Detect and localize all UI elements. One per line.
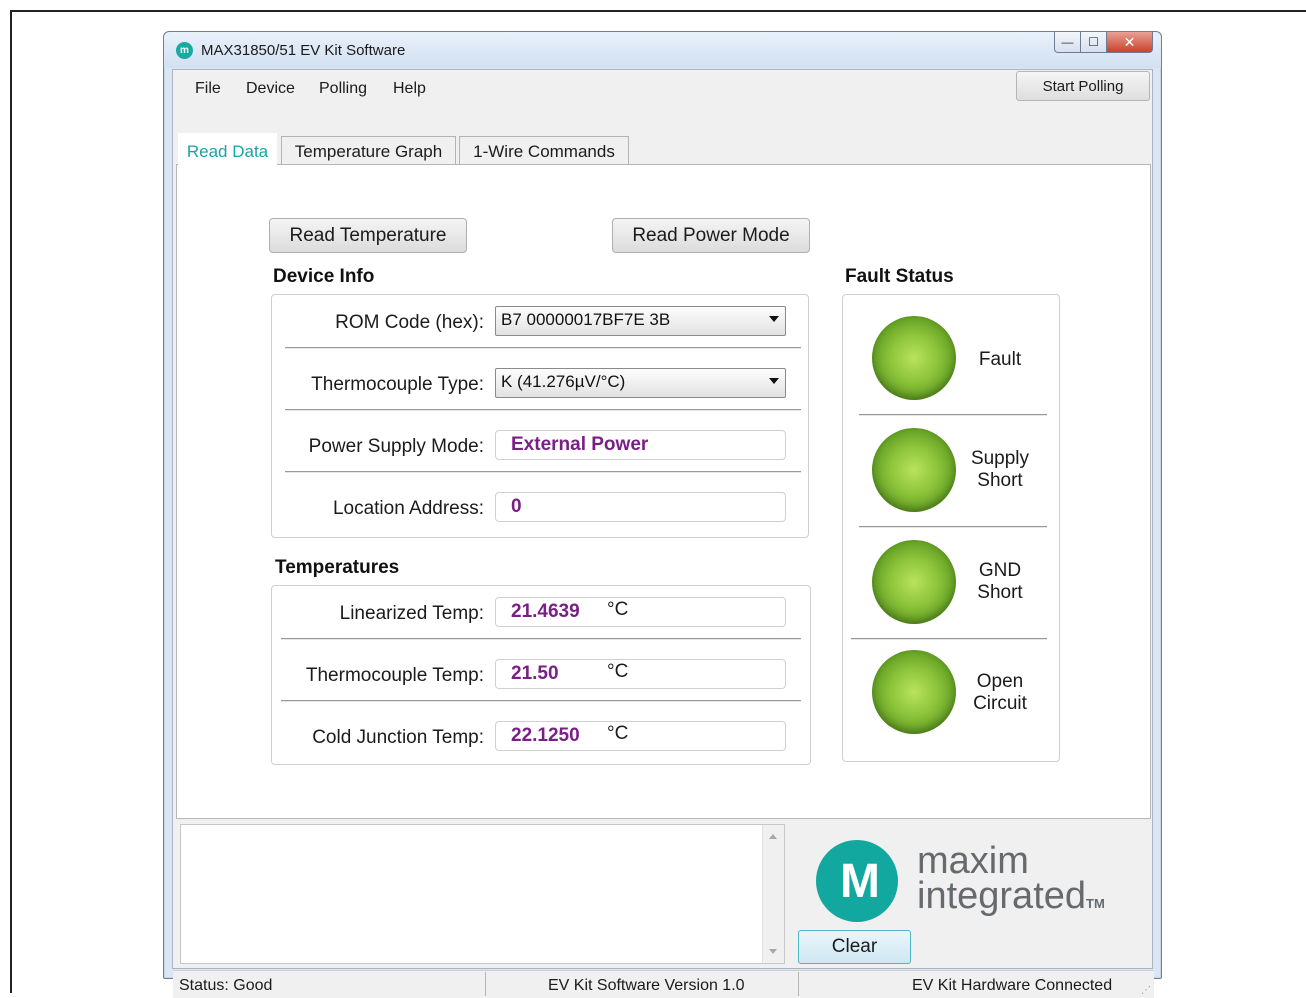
menu-device[interactable]: Device (246, 80, 295, 98)
gnd-short-led-indicator (872, 540, 956, 624)
window-title: MAX31850/51 EV Kit Software (201, 42, 406, 59)
tab-temperature-graph[interactable]: Temperature Graph (281, 136, 456, 164)
menu-bar: File Device Polling Help Start Polling (173, 70, 1152, 102)
thermocouple-type-label: Thermocouple Type: (311, 374, 484, 395)
status-bar: Status: Good EV Kit Software Version 1.0… (173, 970, 1154, 998)
cold-junction-temp-value: 22.1250 (511, 725, 580, 746)
start-polling-button[interactable]: Start Polling (1016, 71, 1150, 101)
cold-junction-temp-label: Cold Junction Temp: (312, 727, 484, 748)
app-icon: m (176, 42, 193, 59)
divider (859, 526, 1047, 528)
location-address-field: 0 (495, 492, 786, 522)
temperatures-title: Temperatures (275, 557, 400, 578)
gnd-short-line2: Short (977, 582, 1023, 603)
status-divider (485, 972, 486, 996)
supply-short-label: Supply Short (955, 448, 1045, 492)
divider (851, 638, 1047, 640)
linearized-temp-label: Linearized Temp: (339, 603, 484, 624)
chevron-down-icon (769, 316, 779, 322)
maxim-integrated-logo: M maxim integratedTM (816, 840, 1116, 930)
divider (285, 471, 801, 473)
power-supply-mode-field: External Power (495, 430, 786, 460)
rom-code-select[interactable]: B7 00000017BF7E 3B (495, 306, 786, 336)
tab-read-data[interactable]: Read Data (178, 133, 277, 165)
divider (859, 414, 1047, 416)
rom-code-value: B7 00000017BF7E 3B (501, 310, 671, 329)
unit-label: °C (607, 661, 629, 682)
open-circuit-line2: Circuit (973, 693, 1027, 714)
divider (281, 700, 801, 702)
supply-short-led-indicator (872, 428, 956, 512)
software-version-text: EV Kit Software Version 1.0 (548, 977, 745, 994)
maxim-logo-mark: M (816, 840, 898, 922)
fault-status-title: Fault Status (845, 266, 954, 287)
gnd-short-line1: GND (978, 560, 1022, 581)
thermocouple-temp-field: 21.50 °C (495, 659, 786, 689)
maximize-button[interactable]: ☐ (1081, 32, 1107, 53)
linearized-temp-field: 21.4639 °C (495, 597, 786, 627)
location-address-label: Location Address: (332, 498, 484, 519)
thermocouple-type-value: K (41.276µV/°C) (501, 372, 626, 391)
open-circuit-line1: Open (976, 671, 1024, 692)
window-controls: — ☐ ✕ (1054, 32, 1153, 54)
chevron-down-icon (769, 378, 779, 384)
supply-short-line2: Short (977, 470, 1023, 491)
unit-label: °C (607, 599, 629, 620)
menu-file[interactable]: File (195, 80, 221, 98)
linearized-temp-value: 21.4639 (511, 601, 580, 622)
divider (281, 638, 801, 640)
status-divider (798, 972, 799, 996)
read-temperature-button[interactable]: Read Temperature (269, 218, 467, 253)
menu-help[interactable]: Help (393, 80, 426, 98)
thermocouple-temp-value: 21.50 (511, 663, 559, 684)
hardware-connection-text: EV Kit Hardware Connected (912, 977, 1113, 994)
log-textarea[interactable] (180, 824, 785, 964)
close-button[interactable]: ✕ (1107, 32, 1153, 53)
resize-grip-icon[interactable]: ⋰ (1141, 985, 1151, 996)
fault-status-group: Fault Supply Short GND Short Open Circui… (842, 294, 1060, 762)
status-text: Status: Good (179, 977, 273, 994)
tab-1wire-commands[interactable]: 1-Wire Commands (459, 136, 629, 164)
gnd-short-label: GND Short (955, 560, 1045, 604)
divider (285, 409, 801, 411)
logo-integrated-word: integrated (917, 875, 1087, 917)
supply-short-line1: Supply (970, 448, 1030, 469)
menu-polling[interactable]: Polling (319, 80, 367, 98)
rom-code-label: ROM Code (hex): (335, 312, 484, 333)
power-supply-mode-label: Power Supply Mode: (308, 436, 484, 457)
scroll-up-icon[interactable] (769, 834, 777, 839)
open-circuit-led-indicator (872, 650, 956, 734)
unit-label: °C (607, 723, 629, 744)
app-window: m MAX31850/51 EV Kit Software — ☐ ✕ File… (163, 31, 1162, 998)
device-info-title: Device Info (273, 266, 375, 287)
temperatures-group: Linearized Temp: 21.4639 °C Thermocouple… (271, 585, 811, 765)
thermocouple-temp-label: Thermocouple Temp: (305, 665, 484, 686)
read-data-panel: Read Temperature Read Power Mode Device … (176, 164, 1151, 819)
clear-button[interactable]: Clear (798, 930, 911, 964)
fault-led-indicator (872, 316, 956, 400)
log-scrollbar[interactable] (762, 825, 784, 963)
device-info-group: ROM Code (hex): B7 00000017BF7E 3B Therm… (271, 294, 809, 538)
minimize-button[interactable]: — (1054, 32, 1081, 53)
title-bar: m MAX31850/51 EV Kit Software — ☐ ✕ (164, 32, 1161, 68)
scroll-down-icon[interactable] (769, 949, 777, 954)
logo-text-integrated: integratedTM (917, 875, 1105, 918)
open-circuit-label: Open Circuit (955, 671, 1045, 715)
thermocouple-type-select[interactable]: K (41.276µV/°C) (495, 368, 786, 398)
fault-label: Fault (978, 349, 1022, 370)
divider (285, 347, 801, 349)
client-area: File Device Polling Help Start Polling R… (172, 69, 1154, 998)
read-power-mode-button[interactable]: Read Power Mode (612, 218, 810, 253)
logo-trademark: TM (1086, 896, 1105, 911)
cold-junction-temp-field: 22.1250 °C (495, 721, 786, 751)
